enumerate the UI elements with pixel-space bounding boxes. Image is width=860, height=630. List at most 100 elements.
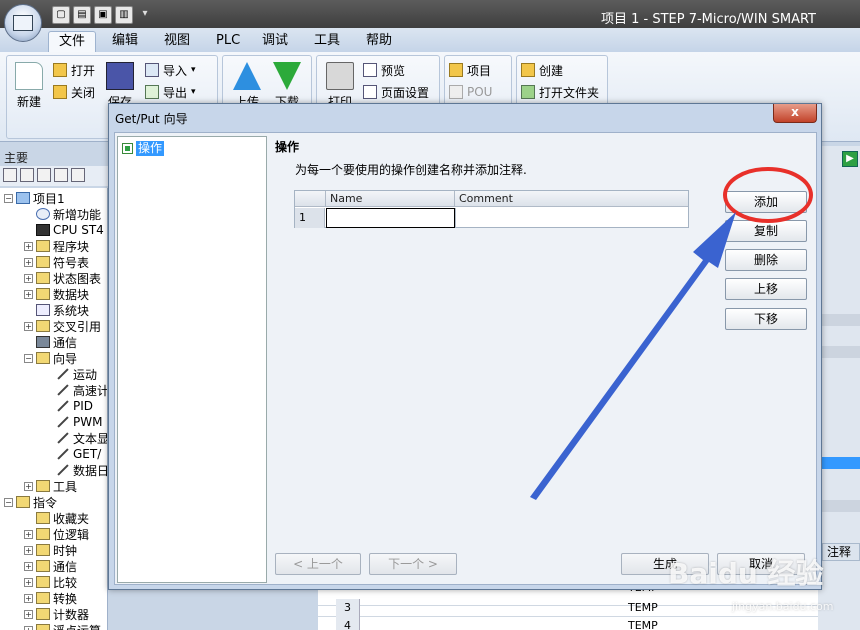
tree-item-label: PID — [73, 399, 94, 413]
view-icon[interactable] — [3, 168, 17, 182]
tree-item[interactable]: + 比较 — [24, 574, 77, 590]
list-icon[interactable] — [54, 168, 68, 182]
tree-item[interactable]: PID — [44, 398, 93, 414]
open-folder-icon[interactable]: ▤ — [73, 6, 91, 24]
prev-button[interactable]: < 上一个 — [275, 553, 361, 575]
move-up-button[interactable]: 上移 — [725, 278, 807, 300]
operation-grid: Name Comment 1 — [294, 190, 689, 228]
app-menu-button[interactable] — [4, 4, 42, 42]
tree-item[interactable]: + 交叉引用 — [24, 318, 101, 334]
expand-icon[interactable]: + — [24, 289, 33, 299]
tree-item[interactable]: 新增功能 — [24, 206, 101, 222]
tree-item[interactable]: + 通信 — [24, 558, 77, 574]
tree-item[interactable]: 收藏夹 — [24, 510, 89, 526]
open-button[interactable]: 打开 — [53, 60, 95, 80]
menu-tab-6[interactable]: 帮助 — [356, 31, 402, 52]
nav-toolbar — [0, 166, 108, 186]
tree-item[interactable]: − 项目1 — [4, 190, 65, 206]
chevron-down-icon[interactable]: ▾ — [136, 6, 154, 24]
expand-icon[interactable]: + — [24, 529, 33, 539]
expand-icon[interactable]: + — [24, 273, 33, 283]
comment-cell[interactable] — [455, 208, 689, 228]
project-button[interactable]: 项目 — [449, 60, 491, 80]
tree-item[interactable]: − 指令 — [4, 494, 57, 510]
expand-icon[interactable]: + — [24, 577, 33, 587]
next-button[interactable]: 下一个 > — [369, 553, 457, 575]
copy-button[interactable]: 复制 — [725, 220, 807, 242]
tree-item[interactable]: + 时钟 — [24, 542, 77, 558]
tree-item[interactable]: 通信 — [24, 334, 77, 350]
new-file-icon[interactable]: ▢ — [52, 6, 70, 24]
tree-item[interactable]: 高速计 — [44, 382, 107, 398]
tree-item[interactable]: CPU ST4 — [24, 222, 104, 238]
folder-icon — [36, 240, 50, 252]
move-down-button[interactable]: 下移 — [725, 308, 807, 330]
tree-item[interactable]: GET/ — [44, 446, 101, 462]
run-icon[interactable]: ▶ — [842, 151, 858, 167]
print-icon[interactable]: ▥ — [115, 6, 133, 24]
open-folder-button[interactable]: 打开文件夹 — [521, 82, 599, 102]
name-input[interactable] — [326, 208, 455, 228]
collapse-icon[interactable]: − — [4, 497, 13, 507]
tree-item[interactable]: 文本显 — [44, 430, 108, 446]
tree-item[interactable]: + 工具 — [24, 478, 77, 494]
import-button[interactable]: 导入 ▾ — [145, 60, 196, 80]
tree-item[interactable]: + 符号表 — [24, 254, 89, 270]
add-button[interactable]: 添加 — [725, 191, 807, 213]
menu-tab-5[interactable]: 工具 — [304, 31, 350, 52]
menu-tab-1[interactable]: 编辑 — [102, 31, 148, 52]
chart-icon[interactable] — [71, 168, 85, 182]
tree-item[interactable]: + 数据块 — [24, 286, 89, 302]
tree-item[interactable]: PWM — [44, 414, 102, 430]
folder-icon — [36, 288, 50, 300]
menu-tab-4[interactable]: 调试 — [252, 31, 298, 52]
preview-button[interactable]: 预览 — [363, 60, 405, 80]
export-button[interactable]: 导出 ▾ — [145, 82, 196, 102]
page-setup-button[interactable]: 页面设置 — [363, 82, 429, 102]
menu-tab-3[interactable]: PLC — [206, 31, 250, 52]
expand-icon[interactable]: + — [24, 561, 33, 571]
lock-icon — [449, 85, 463, 99]
wizard-panel: 操作 为每一个要使用的操作创建名称并添加注释. Name Comment 1 添… — [273, 136, 813, 583]
library-icon — [521, 63, 535, 77]
save-icon[interactable]: ▣ — [94, 6, 112, 24]
expand-icon[interactable]: + — [24, 625, 33, 630]
expand-icon[interactable]: + — [24, 545, 33, 555]
close-button[interactable]: x — [773, 104, 817, 123]
tree-item-label: 交叉引用 — [53, 319, 102, 334]
tree-item[interactable]: + 转换 — [24, 590, 77, 606]
tree-item[interactable]: + 位逻辑 — [24, 526, 89, 542]
folder-icon — [36, 272, 50, 284]
expand-icon[interactable]: + — [24, 593, 33, 603]
expand-icon[interactable]: + — [24, 321, 33, 331]
tree-item[interactable]: 系统块 — [24, 302, 89, 318]
close-button[interactable]: 关闭 — [53, 82, 95, 102]
tree-item[interactable]: + 程序块 — [24, 238, 89, 254]
collapse-icon[interactable]: − — [24, 353, 33, 363]
tree-item[interactable]: + 状态图表 — [24, 270, 101, 286]
table-icon[interactable] — [20, 168, 34, 182]
menu-tab-2[interactable]: 视图 — [154, 31, 200, 52]
tree-item-label: 时钟 — [53, 543, 78, 558]
tree-item[interactable]: 运动 — [44, 366, 97, 382]
collapse-icon[interactable]: − — [4, 193, 13, 203]
window-title: 项目 1 - STEP 7-Micro/WIN SMART — [600, 12, 816, 27]
create-button[interactable]: 创建 — [521, 60, 563, 80]
tree-item-label: 文本显 — [73, 431, 108, 446]
tree-item[interactable]: − 向导 — [24, 350, 77, 366]
tree-item-label: 比较 — [53, 575, 78, 590]
delete-button[interactable]: 删除 — [725, 249, 807, 271]
tree-item[interactable]: 数据日 — [44, 462, 107, 478]
tree-item[interactable]: + 浮点运算 — [24, 622, 101, 630]
expand-icon[interactable]: + — [24, 241, 33, 251]
menu-tab-0[interactable]: 文件 — [48, 31, 97, 52]
new-button[interactable]: 新建 — [11, 62, 47, 110]
row-number: 1 — [295, 208, 325, 228]
document-icon[interactable] — [37, 168, 51, 182]
wizard-step-operation[interactable]: 操作 — [122, 140, 165, 156]
expand-icon[interactable]: + — [24, 481, 33, 491]
expand-icon[interactable]: + — [24, 257, 33, 267]
pou-button[interactable]: POU — [449, 82, 492, 102]
tree-item[interactable]: + 计数器 — [24, 606, 89, 622]
expand-icon[interactable]: + — [24, 609, 33, 619]
